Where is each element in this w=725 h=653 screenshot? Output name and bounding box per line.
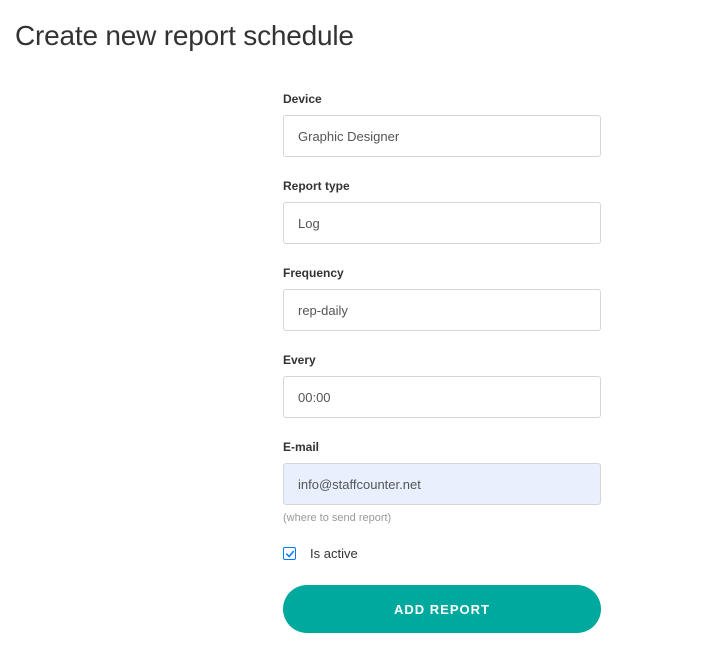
frequency-label: Frequency [283, 266, 601, 280]
report-type-input[interactable] [283, 202, 601, 244]
frequency-input[interactable] [283, 289, 601, 331]
form: Device Report type Frequency Every E-mai… [283, 92, 601, 633]
report-type-group: Report type [283, 179, 601, 244]
email-group: E-mail (where to send report) [283, 440, 601, 524]
report-type-label: Report type [283, 179, 601, 193]
email-label: E-mail [283, 440, 601, 454]
page-title: Create new report schedule [15, 20, 710, 52]
every-label: Every [283, 353, 601, 367]
page-container: Create new report schedule Device Report… [0, 0, 725, 653]
is-active-row: Is active [283, 546, 601, 561]
email-helper: (where to send report) [283, 512, 601, 524]
every-group: Every [283, 353, 601, 418]
add-report-button[interactable]: ADD REPORT [283, 585, 601, 633]
check-icon [285, 549, 295, 559]
device-group: Device [283, 92, 601, 157]
is-active-checkbox[interactable] [283, 547, 296, 560]
device-input[interactable] [283, 115, 601, 157]
every-input[interactable] [283, 376, 601, 418]
email-input[interactable] [283, 463, 601, 505]
device-label: Device [283, 92, 601, 106]
frequency-group: Frequency [283, 266, 601, 331]
is-active-label: Is active [310, 546, 358, 561]
